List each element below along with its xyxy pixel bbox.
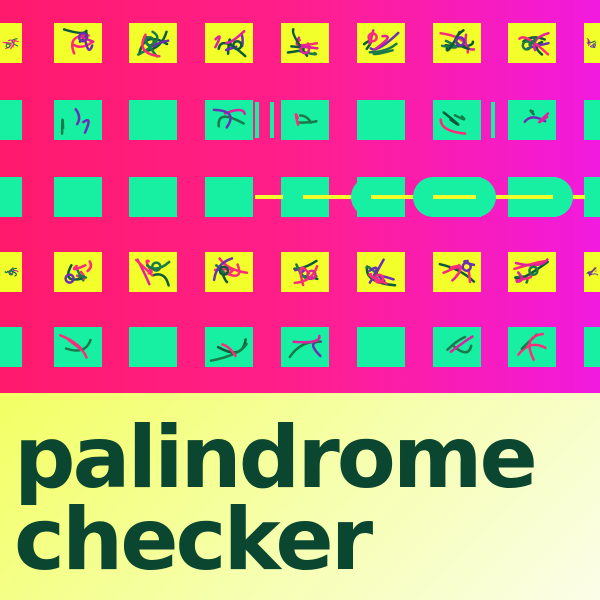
grid-tile-r3-c9 xyxy=(584,177,600,217)
grid-tile-r3-c4 xyxy=(205,177,253,217)
grid-tile-r4-c5 xyxy=(281,252,329,292)
grid-tile-r5-c5 xyxy=(281,327,329,367)
grid-tile-r2-c2 xyxy=(54,100,102,140)
grid-tile-r3-c3 xyxy=(129,177,177,217)
grid-tile-r4-c4 xyxy=(205,252,253,292)
title-panel: palindrome checker xyxy=(0,393,600,600)
grid-tile-r5-c6 xyxy=(357,327,405,367)
title-line-checker: checker xyxy=(14,490,373,590)
grid-tile-r2-c4 xyxy=(205,100,253,140)
mirror-cap-3 xyxy=(413,177,433,217)
grid-tile-r3-c1 xyxy=(0,177,22,217)
grid-tile-r5-c7 xyxy=(433,327,481,367)
grid-tile-r1-c8 xyxy=(508,23,556,63)
grid-tile-r5-c4 xyxy=(205,327,253,367)
grid-tile-r4-c2 xyxy=(54,252,102,292)
mirror-cap-4 xyxy=(476,177,496,217)
accent-stripe-4 xyxy=(491,102,495,138)
grid-tile-r1-c6 xyxy=(357,23,405,63)
grid-tile-r1-c9 xyxy=(584,23,600,63)
grid-tile-r4-c1 xyxy=(0,252,22,292)
grid-tile-r2-c9 xyxy=(584,100,600,140)
palindrome-grid-illustration xyxy=(0,0,600,393)
grid-tile-r4-c8 xyxy=(508,252,556,292)
grid-tile-r2-c3 xyxy=(129,100,177,140)
grid-tile-r5-c3 xyxy=(129,327,177,367)
grid-tile-r5-c2 xyxy=(54,327,102,367)
grid-tile-r2-c1 xyxy=(0,100,22,140)
grid-tile-r1-c7 xyxy=(433,23,481,63)
grid-tile-r1-c3 xyxy=(129,23,177,63)
grid-tile-r1-c4 xyxy=(205,23,253,63)
grid-tile-r1-c2 xyxy=(54,23,102,63)
grid-tile-r2-c6 xyxy=(357,100,405,140)
mirror-cap-2 xyxy=(351,177,371,217)
grid-tile-r2-c7 xyxy=(433,100,481,140)
grid-tile-r4-c9 xyxy=(584,252,600,292)
grid-tile-r2-c8 xyxy=(508,100,556,140)
grid-tile-r5-c9 xyxy=(584,327,600,367)
grid-tile-r5-c8 xyxy=(508,327,556,367)
grid-tile-r4-c6 xyxy=(357,252,405,292)
title-line-palindrome: palindrome xyxy=(14,408,538,508)
accent-stripe-1 xyxy=(255,102,259,138)
grid-tile-r4-c7 xyxy=(433,252,481,292)
grid-tile-r4-c3 xyxy=(129,252,177,292)
grid-tile-r5-c1 xyxy=(0,327,22,367)
grid-tile-r1-c5 xyxy=(281,23,329,63)
grid-tile-r2-c5 xyxy=(281,100,329,140)
accent-stripe-3 xyxy=(392,102,396,138)
mirror-cap-5 xyxy=(553,177,573,217)
accent-stripe-2 xyxy=(270,102,274,138)
grid-tile-r3-c2 xyxy=(54,177,102,217)
grid-tile-r1-c1 xyxy=(0,23,22,63)
